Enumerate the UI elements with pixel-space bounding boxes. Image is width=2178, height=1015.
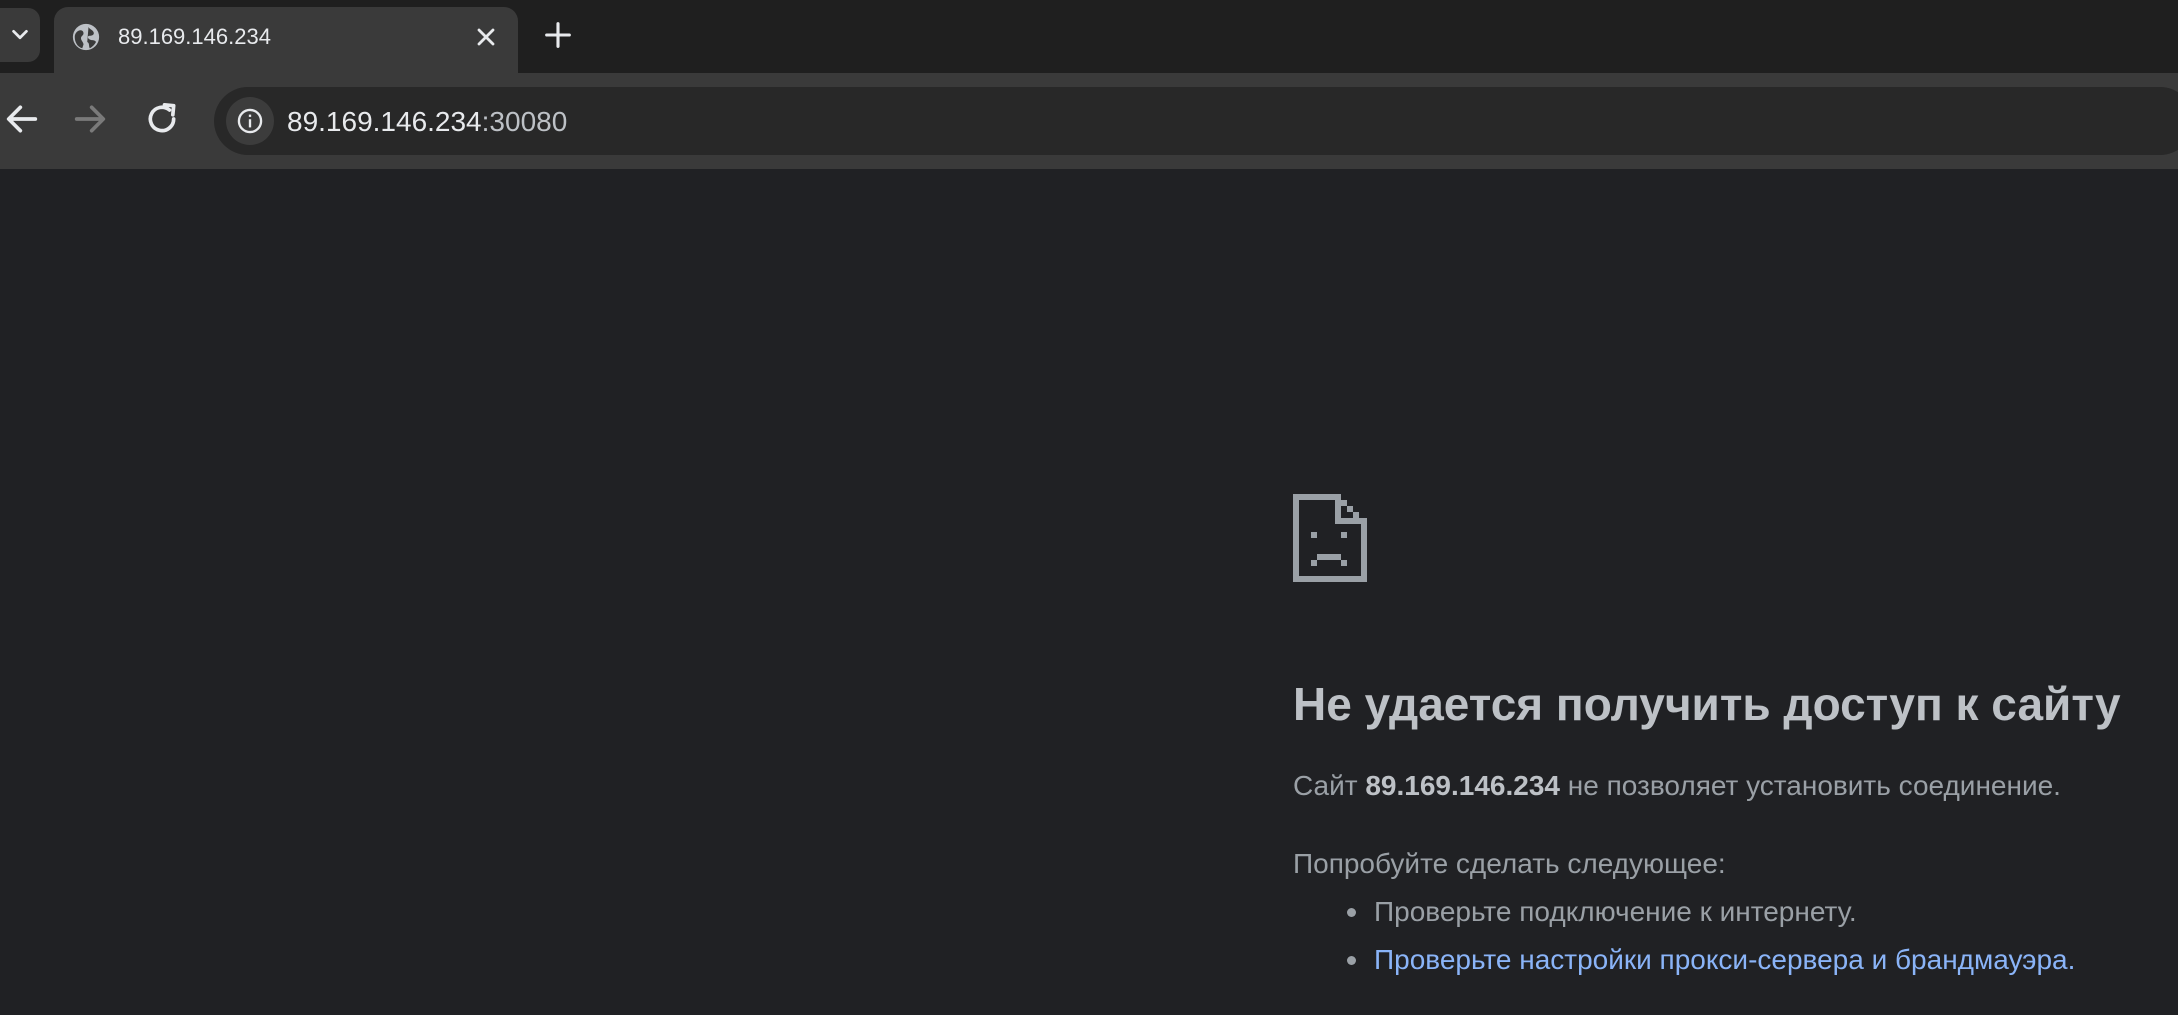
tab-title: 89.169.146.234 (118, 24, 271, 49)
error-desc-prefix: Сайт (1293, 770, 1366, 801)
url-host: 89.169.146.234 (287, 106, 482, 137)
suggestions-heading: Попробуйте сделать следующее: (1293, 848, 1726, 879)
error-title: Не удается получить доступ к сайту (1293, 678, 2121, 730)
reload-icon[interactable] (142, 99, 182, 139)
back-arrow-icon[interactable] (2, 99, 42, 139)
error-desc-suffix: не позволяет установить соединение. (1560, 770, 2061, 801)
sad-page-icon (1293, 494, 1367, 582)
proxy-firewall-link[interactable]: Проверьте настройки прокси-сервера и бра… (1374, 944, 2068, 975)
error-page: Не удается получить доступ к сайту Сайт … (0, 169, 2178, 1015)
url-port: :30080 (481, 106, 568, 137)
toolbar: 89.169.146.234:30080 (0, 73, 2178, 169)
suggestion-check-proxy: Проверьте настройки прокси-сервера и бра… (1346, 943, 2076, 991)
tab-strip: 89.169.146.234 (0, 0, 2178, 73)
link-trailing-period: . (2067, 944, 2076, 975)
chevron-down-icon (12, 29, 28, 40)
site-info-button[interactable] (226, 97, 274, 145)
active-tab[interactable]: 89.169.146.234 (54, 7, 518, 73)
forward-arrow-icon[interactable] (70, 99, 110, 139)
url-text[interactable]: 89.169.146.234:30080 (287, 106, 567, 138)
info-icon (237, 108, 263, 134)
globe-icon (72, 23, 100, 51)
suggestion-check-connection: Проверьте подключение к интернету. (1346, 895, 2075, 943)
error-host: 89.169.146.234 (1365, 770, 1560, 801)
tab-search-button[interactable] (0, 8, 40, 62)
address-bar[interactable]: 89.169.146.234:30080 (214, 87, 2178, 155)
error-description: Сайт 89.169.146.234 не позволяет установ… (1293, 770, 2061, 802)
suggestions-list: Проверьте подключение к интернету. Прове… (1346, 895, 2076, 991)
close-icon[interactable] (472, 23, 500, 51)
plus-icon[interactable] (541, 18, 575, 52)
